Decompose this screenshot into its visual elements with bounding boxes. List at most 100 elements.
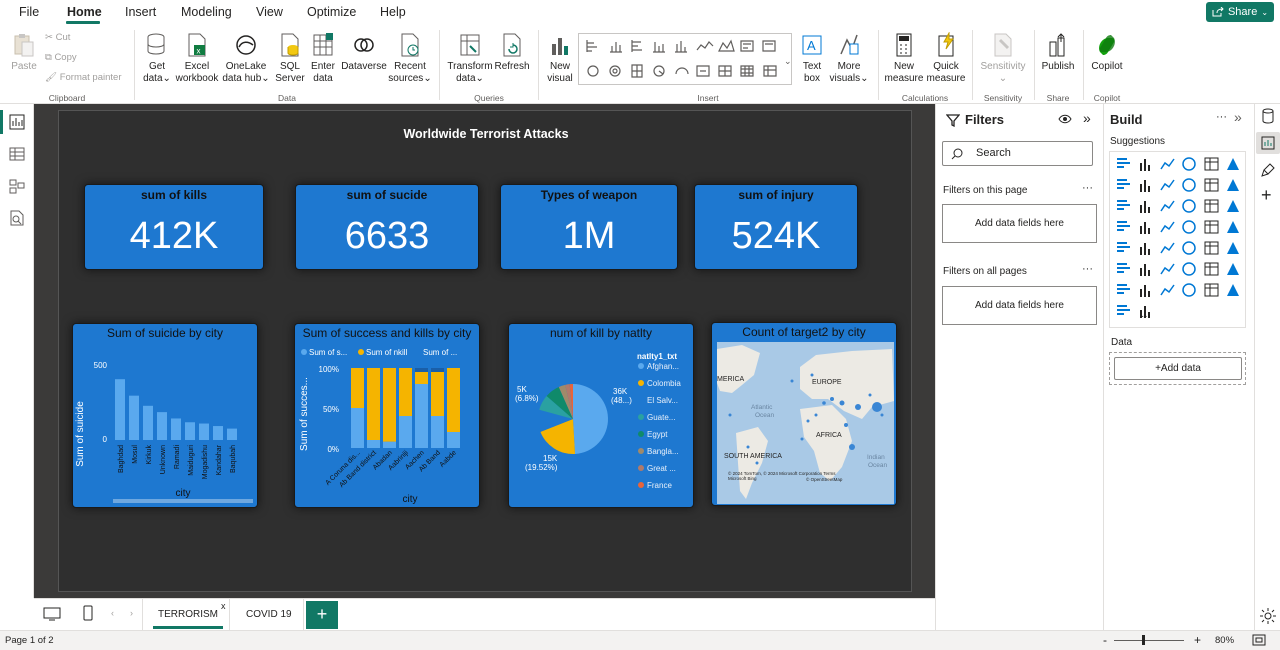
visual-type-button[interactable] (1138, 241, 1153, 255)
kpi-card-injury[interactable]: sum of injury 524K (694, 184, 858, 270)
visual-type-button[interactable] (1138, 283, 1153, 297)
visual-gallery[interactable]: ⌄ (578, 33, 792, 85)
report-view-icon[interactable] (9, 114, 25, 130)
visual-type-button[interactable] (1204, 283, 1219, 297)
visual-type-button[interactable] (1226, 178, 1241, 192)
bar[interactable] (115, 379, 125, 440)
table-view-icon[interactable] (9, 146, 25, 162)
suicide-by-city-chart[interactable]: Sum of suicide by city Sum of suicide 50… (72, 323, 258, 508)
visual-type-button[interactable] (1138, 199, 1153, 213)
sensitivity-button[interactable]: Sensitivity ⌄ (978, 32, 1028, 85)
visual-type-button[interactable] (1160, 241, 1175, 255)
bar[interactable] (199, 423, 209, 440)
visual-type-button[interactable] (1182, 262, 1197, 276)
transform-data-button[interactable]: Transform data⌄ (447, 32, 493, 85)
menu-modeling[interactable]: Modeling (181, 5, 232, 19)
copy-button[interactable]: ⧉ Copy (45, 52, 77, 63)
visual-type-button[interactable] (1138, 178, 1153, 192)
stacked-bar-segment[interactable] (399, 416, 412, 448)
bar[interactable] (227, 428, 237, 440)
visual-type-button[interactable] (1160, 220, 1175, 234)
bar[interactable] (171, 418, 181, 440)
format-painter-button[interactable]: 🖌 Format painter (45, 72, 121, 83)
visual-type-button[interactable] (1116, 178, 1131, 192)
sql-server-button[interactable]: SQL Server (274, 32, 306, 85)
model-view-icon[interactable] (9, 178, 25, 194)
visual-type-button[interactable] (1116, 241, 1131, 255)
bar[interactable] (157, 412, 167, 440)
kpi-card-kills[interactable]: sum of kills 412K (84, 184, 264, 270)
stacked-bar-segment[interactable] (367, 440, 380, 448)
pie-slice[interactable] (573, 384, 609, 454)
visual-type-button[interactable] (1204, 178, 1219, 192)
visual-type-button[interactable] (1226, 241, 1241, 255)
visual-type-button[interactable] (1204, 262, 1219, 276)
quick-measure-button[interactable]: Quick measure (925, 32, 967, 85)
stacked-bar-segment[interactable] (383, 441, 396, 448)
visual-type-button[interactable] (1160, 178, 1175, 192)
mobile-layout-icon[interactable] (83, 605, 93, 621)
zoom-in-button[interactable]: + (1194, 633, 1201, 647)
map-svg[interactable]: MERICA EUROPE Atlantic Ocean AFRICA SOUT… (712, 323, 897, 506)
stacked-bar-segment[interactable] (447, 432, 460, 448)
visual-type-button[interactable] (1116, 157, 1131, 171)
data-cylinder-icon[interactable] (1260, 108, 1276, 124)
more-options-icon[interactable]: ··· (1216, 111, 1227, 123)
horizontal-scrollbar[interactable] (113, 499, 253, 503)
eye-icon[interactable] (1058, 113, 1072, 125)
stacked-bar-segment[interactable] (431, 372, 444, 416)
visual-type-button[interactable] (1226, 199, 1241, 213)
enter-data-button[interactable]: Enter data (309, 32, 337, 85)
visual-type-button[interactable] (1182, 220, 1197, 234)
fit-to-page-icon[interactable] (1252, 634, 1266, 646)
new-visual-button[interactable]: New visual (544, 32, 576, 85)
legend-item[interactable]: Great ... (647, 464, 676, 473)
visual-type-button[interactable] (1226, 220, 1241, 234)
legend-item[interactable]: Colombia (647, 379, 681, 388)
onelake-data-hub-button[interactable]: OneLake data hub⌄ (221, 32, 271, 85)
more-options-icon[interactable]: ··· (1082, 182, 1093, 194)
stacked-bar-segment[interactable] (351, 368, 364, 408)
stacked-bar-segment[interactable] (415, 368, 428, 372)
zoom-slider-thumb[interactable] (1142, 635, 1145, 645)
visual-type-button[interactable] (1182, 241, 1197, 255)
cut-button[interactable]: ✂ Cut (45, 32, 70, 43)
legend-item[interactable]: France (647, 481, 672, 490)
visual-type-button[interactable] (1226, 283, 1241, 297)
refresh-button[interactable]: Refresh (494, 32, 530, 73)
visual-type-button[interactable] (1204, 157, 1219, 171)
visual-type-button[interactable] (1160, 283, 1175, 297)
settings-gear-icon[interactable] (1259, 607, 1277, 625)
desktop-layout-icon[interactable] (43, 607, 61, 621)
collapse-pane-icon[interactable]: » (1083, 110, 1091, 126)
menu-optimize[interactable]: Optimize (307, 5, 356, 19)
legend-item[interactable]: Guate... (647, 413, 675, 422)
stacked-bar-segment[interactable] (367, 368, 380, 440)
target-by-city-map[interactable]: Count of target2 by city MERICA EUROPE A… (711, 322, 897, 506)
collapse-pane-icon[interactable]: » (1234, 109, 1242, 125)
build-visual-icon[interactable] (1260, 135, 1276, 151)
success-kills-by-city-chart[interactable]: Sum of success and kills by city Sum of … (294, 323, 480, 508)
more-visuals-button[interactable]: More visuals⌄ (829, 32, 869, 85)
menu-home[interactable]: Home (67, 5, 102, 19)
menu-file[interactable]: File (19, 5, 39, 19)
visual-type-button[interactable] (1138, 220, 1153, 234)
publish-button[interactable]: Publish (1040, 32, 1076, 73)
legend-item[interactable]: Egypt (647, 430, 668, 439)
all-pages-filter-drop-zone[interactable]: Add data fields here (942, 286, 1097, 325)
bar[interactable] (143, 405, 153, 440)
more-visuals-ellipsis[interactable]: ··· (1141, 311, 1151, 322)
chevron-right-icon[interactable]: › (130, 608, 133, 618)
visual-type-button[interactable] (1182, 157, 1197, 171)
dax-query-view-icon[interactable] (9, 210, 25, 226)
stacked-bar-segment[interactable] (351, 408, 364, 448)
visual-type-button[interactable] (1204, 199, 1219, 213)
zoom-out-button[interactable]: - (1103, 633, 1107, 647)
visual-type-button[interactable] (1138, 262, 1153, 276)
kpi-card-weapon-types[interactable]: Types of weapon 1M (500, 184, 678, 270)
format-brush-icon[interactable] (1260, 162, 1276, 178)
kill-by-natlty-pie[interactable]: num of kill by natlty natlty1_txt 5K (6.… (508, 323, 694, 508)
visual-type-button[interactable] (1204, 241, 1219, 255)
add-page-button[interactable]: + (306, 601, 338, 629)
share-button[interactable]: Share ⌄ (1206, 2, 1274, 22)
